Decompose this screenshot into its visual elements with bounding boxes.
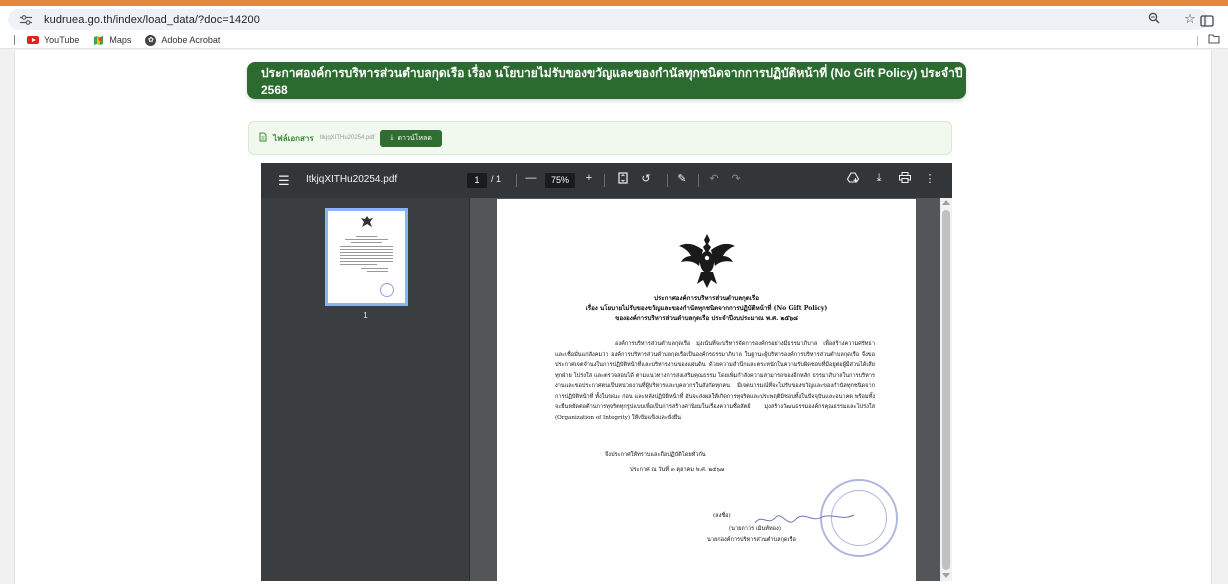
official-stamp bbox=[820, 479, 898, 557]
site-info-icon[interactable] bbox=[18, 13, 34, 27]
signature-label: (ลงชื่อ) bbox=[713, 513, 731, 519]
download-label: ดาวน์โหลด bbox=[397, 134, 432, 142]
document-text: ประกาศองค์การบริหารส่วนตำบลกุดเรือ เรื่อ… bbox=[497, 294, 916, 543]
zoom-icon[interactable] bbox=[1146, 12, 1162, 27]
download-icon[interactable]: ⤓ bbox=[872, 172, 886, 185]
annotate-pen-icon[interactable]: ✎ bbox=[675, 172, 689, 185]
undo-icon[interactable]: ↶ bbox=[707, 172, 721, 185]
garuda-emblem-icon bbox=[679, 234, 735, 288]
more-options-icon[interactable]: ⋮ bbox=[923, 172, 937, 185]
signer-position: นายกองค์การบริหารส่วนตำบลกุดเรือ bbox=[707, 537, 796, 543]
download-button[interactable]: ⤓ ดาวน์โหลด bbox=[380, 129, 442, 147]
file-info-box: ไฟล์เอกสาร ItkjqXITHu20254.pdf ⤓ ดาวน์โห… bbox=[248, 121, 952, 155]
document-heading-2: เรื่อง นโยบายไม่รับของขวัญและของกำนัลทุก… bbox=[585, 305, 828, 312]
toolbar-divider bbox=[516, 174, 517, 187]
all-bookmarks-folder-icon[interactable] bbox=[1208, 34, 1220, 47]
pdf-page: ประกาศองค์การบริหารส่วนตำบลกุดเรือ เรื่อ… bbox=[497, 199, 916, 581]
scroll-up-arrow-icon[interactable] bbox=[942, 200, 950, 205]
toolbar-divider bbox=[667, 174, 668, 187]
zoom-level-input[interactable]: 75% bbox=[545, 173, 575, 188]
bookmark-label: Maps bbox=[109, 35, 132, 45]
zoom-out-icon[interactable]: — bbox=[524, 172, 538, 184]
bookmark-maps[interactable]: Maps bbox=[93, 35, 131, 46]
file-name: ItkjqXITHu20254.pdf bbox=[319, 135, 375, 141]
scroll-down-arrow-icon[interactable] bbox=[942, 573, 950, 578]
bookmark-youtube[interactable]: YouTube bbox=[27, 35, 79, 45]
document-heading-3: ขององค์การบริหารส่วนตำบลกุดเรือ ประจำปีง… bbox=[615, 315, 798, 322]
file-label: ไฟล์เอกสาร bbox=[273, 133, 314, 143]
print-icon[interactable] bbox=[898, 172, 912, 186]
fit-page-icon[interactable] bbox=[616, 172, 630, 187]
file-icon bbox=[259, 132, 267, 145]
document-closing-2: ประกาศ ณ วันที่ ๓ ตุลาคม พ.ศ. ๒๕๖๗ bbox=[630, 467, 725, 473]
bookmark-adobe-acrobat[interactable]: ✿ Adobe Acrobat bbox=[145, 34, 221, 46]
pdf-toolbar: ☰ ItkjqXITHu20254.pdf 1 / 1 — 75% + ↺ ✎ … bbox=[261, 163, 952, 198]
page-number-input[interactable]: 1 bbox=[467, 173, 487, 188]
zoom-in-icon[interactable]: + bbox=[582, 172, 596, 184]
url-text[interactable]: kudruea.go.th/index/load_data/?doc=14200 bbox=[44, 14, 260, 26]
pdf-title: ItkjqXITHu20254.pdf bbox=[306, 174, 398, 185]
thumbnail-stamp bbox=[380, 283, 394, 297]
address-bar-row: kudruea.go.th/index/load_data/?doc=14200… bbox=[0, 6, 1228, 32]
redo-icon[interactable]: ↷ bbox=[729, 172, 743, 185]
page-thumbnail[interactable] bbox=[325, 208, 408, 306]
hamburger-menu-icon[interactable]: ☰ bbox=[278, 173, 290, 189]
youtube-icon bbox=[27, 36, 39, 44]
page-count: / 1 bbox=[491, 174, 502, 184]
scroll-thumb[interactable] bbox=[942, 210, 950, 570]
download-icon: ⤓ bbox=[390, 134, 394, 141]
document-heading-1: ประกาศองค์การบริหารส่วนตำบลกุดเรือ bbox=[654, 295, 759, 302]
pdf-viewer: ☰ ItkjqXITHu20254.pdf 1 / 1 — 75% + ↺ ✎ … bbox=[261, 163, 952, 581]
drive-save-icon[interactable] bbox=[846, 172, 860, 186]
bookmark-label: YouTube bbox=[44, 35, 80, 45]
omnibox[interactable]: kudruea.go.th/index/load_data/?doc=14200… bbox=[8, 9, 1208, 30]
maps-icon bbox=[93, 35, 104, 46]
thumbnail-page-number: 1 bbox=[363, 311, 368, 320]
toolbar-divider bbox=[698, 174, 699, 187]
acrobat-icon: ✿ bbox=[145, 34, 157, 46]
document-closing-1: จึงประกาศให้ทราบและถือปฏิบัติโดยทั่วกัน bbox=[605, 452, 706, 458]
thumbnail-text-lines bbox=[340, 236, 393, 274]
pdf-scrollbar[interactable] bbox=[940, 198, 952, 581]
bookmarks-right-separator bbox=[1197, 36, 1198, 46]
rotate-icon[interactable]: ↺ bbox=[639, 172, 653, 185]
bookmarks-separator bbox=[14, 35, 15, 45]
bookmark-label: Adobe Acrobat bbox=[161, 35, 221, 45]
bookmark-star-icon[interactable]: ☆ bbox=[1182, 11, 1198, 27]
thumbnail-sidebar: 1 bbox=[261, 198, 470, 581]
side-panel-icon[interactable] bbox=[1200, 15, 1214, 30]
thumbnail-emblem-icon bbox=[361, 216, 373, 227]
page-title: ประกาศองค์การบริหารส่วนตำบลกุดเรือ เรื่อ… bbox=[247, 62, 966, 99]
bookmarks-bar: YouTube Maps ✿ Adobe Acrobat bbox=[0, 32, 1228, 49]
toolbar-divider bbox=[604, 174, 605, 187]
document-paragraph: องค์การบริหารส่วนตำบลกุดเรือ มุ่งเน้นที่… bbox=[555, 341, 875, 421]
